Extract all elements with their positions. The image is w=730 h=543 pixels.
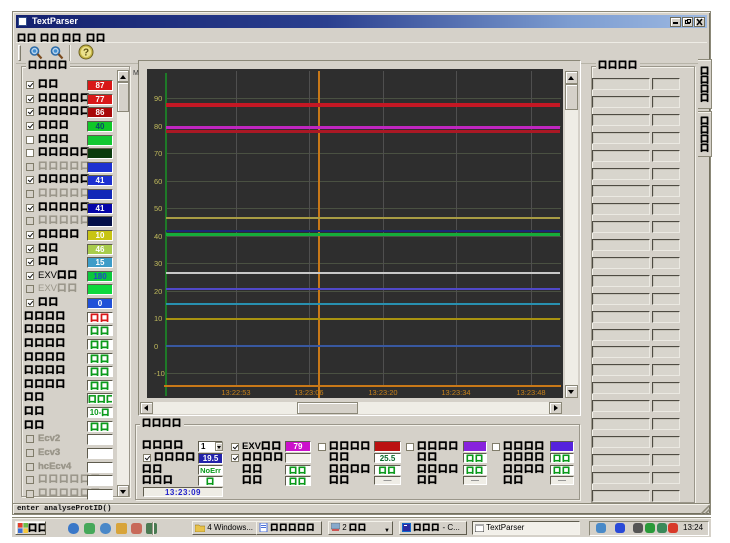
svg-text:?: ? (83, 48, 89, 59)
